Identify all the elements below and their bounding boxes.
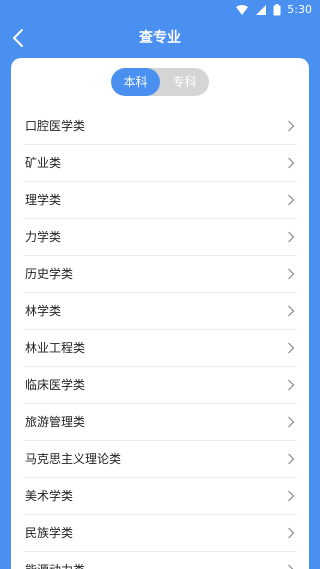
chevron-right-icon bbox=[288, 342, 295, 354]
list-item-label: 矿业类 bbox=[25, 156, 62, 170]
chevron-right-icon bbox=[288, 564, 294, 569]
page-title: 查专业 bbox=[139, 30, 181, 46]
list-item-label: 理学类 bbox=[25, 193, 62, 207]
list-item-label: 马克思主义理论类 bbox=[25, 452, 122, 466]
list-item[interactable]: 历史学类 bbox=[23, 256, 297, 293]
list-item-label: 美术学类 bbox=[25, 489, 74, 503]
list-item[interactable]: 力学类 bbox=[23, 219, 297, 256]
segment-undergraduate[interactable]: 本科 bbox=[111, 68, 160, 96]
screen: 5:30 查专业 本科 专科 口腔医学类 矿业类 理学类 力学类 历史学类 林学… bbox=[0, 0, 320, 569]
chevron-right-icon bbox=[288, 490, 295, 502]
wifi-icon bbox=[236, 5, 249, 15]
list-item[interactable]: 旅游管理类 bbox=[23, 404, 297, 441]
list-item-label: 能源动力类 bbox=[25, 552, 85, 569]
degree-segmented-control: 本科 专科 bbox=[111, 68, 209, 96]
list-item[interactable]: 美术学类 bbox=[23, 478, 297, 515]
chevron-right-icon bbox=[288, 157, 295, 169]
list-item-label: 民族学类 bbox=[25, 526, 74, 540]
status-bar: 5:30 bbox=[0, 0, 320, 20]
segment-junior-college[interactable]: 专科 bbox=[160, 68, 209, 96]
major-list: 口腔医学类 矿业类 理学类 力学类 历史学类 林学类 林业工程类 临床医学类 旅… bbox=[11, 108, 309, 569]
list-item[interactable]: 口腔医学类 bbox=[23, 108, 297, 145]
list-item-label: 口腔医学类 bbox=[25, 119, 86, 133]
list-item-label: 林学类 bbox=[25, 304, 62, 318]
list-item[interactable]: 能源动力类 bbox=[23, 552, 297, 569]
status-time: 5:30 bbox=[287, 3, 312, 16]
signal-icon bbox=[256, 5, 267, 15]
list-item-label: 力学类 bbox=[25, 230, 62, 244]
chevron-right-icon bbox=[288, 268, 295, 280]
chevron-right-icon bbox=[288, 194, 295, 206]
list-item-label: 旅游管理类 bbox=[25, 415, 86, 429]
status-icons: 5:30 bbox=[235, 3, 312, 17]
list-item[interactable]: 矿业类 bbox=[23, 145, 297, 182]
list-item[interactable]: 马克思主义理论类 bbox=[23, 441, 297, 478]
list-item-label: 临床医学类 bbox=[25, 378, 86, 392]
list-item-label: 历史学类 bbox=[25, 267, 74, 281]
title-bar: 查专业 bbox=[0, 20, 320, 56]
chevron-right-icon bbox=[288, 416, 295, 428]
chevron-right-icon bbox=[288, 379, 295, 391]
list-item[interactable]: 临床医学类 bbox=[23, 367, 297, 404]
list-item[interactable]: 理学类 bbox=[23, 182, 297, 219]
list-item[interactable]: 林业工程类 bbox=[23, 330, 297, 367]
list-item[interactable]: 林学类 bbox=[23, 293, 297, 330]
chevron-right-icon bbox=[288, 527, 295, 539]
list-item-label: 林业工程类 bbox=[25, 341, 86, 355]
chevron-right-icon bbox=[288, 231, 295, 243]
chevron-right-icon bbox=[288, 453, 295, 465]
chevron-right-icon bbox=[288, 120, 295, 132]
battery-icon bbox=[273, 4, 281, 16]
chevron-right-icon bbox=[288, 305, 295, 317]
list-item[interactable]: 民族学类 bbox=[23, 515, 297, 552]
content-card: 本科 专科 口腔医学类 矿业类 理学类 力学类 历史学类 林学类 林业工程类 临… bbox=[11, 58, 309, 569]
